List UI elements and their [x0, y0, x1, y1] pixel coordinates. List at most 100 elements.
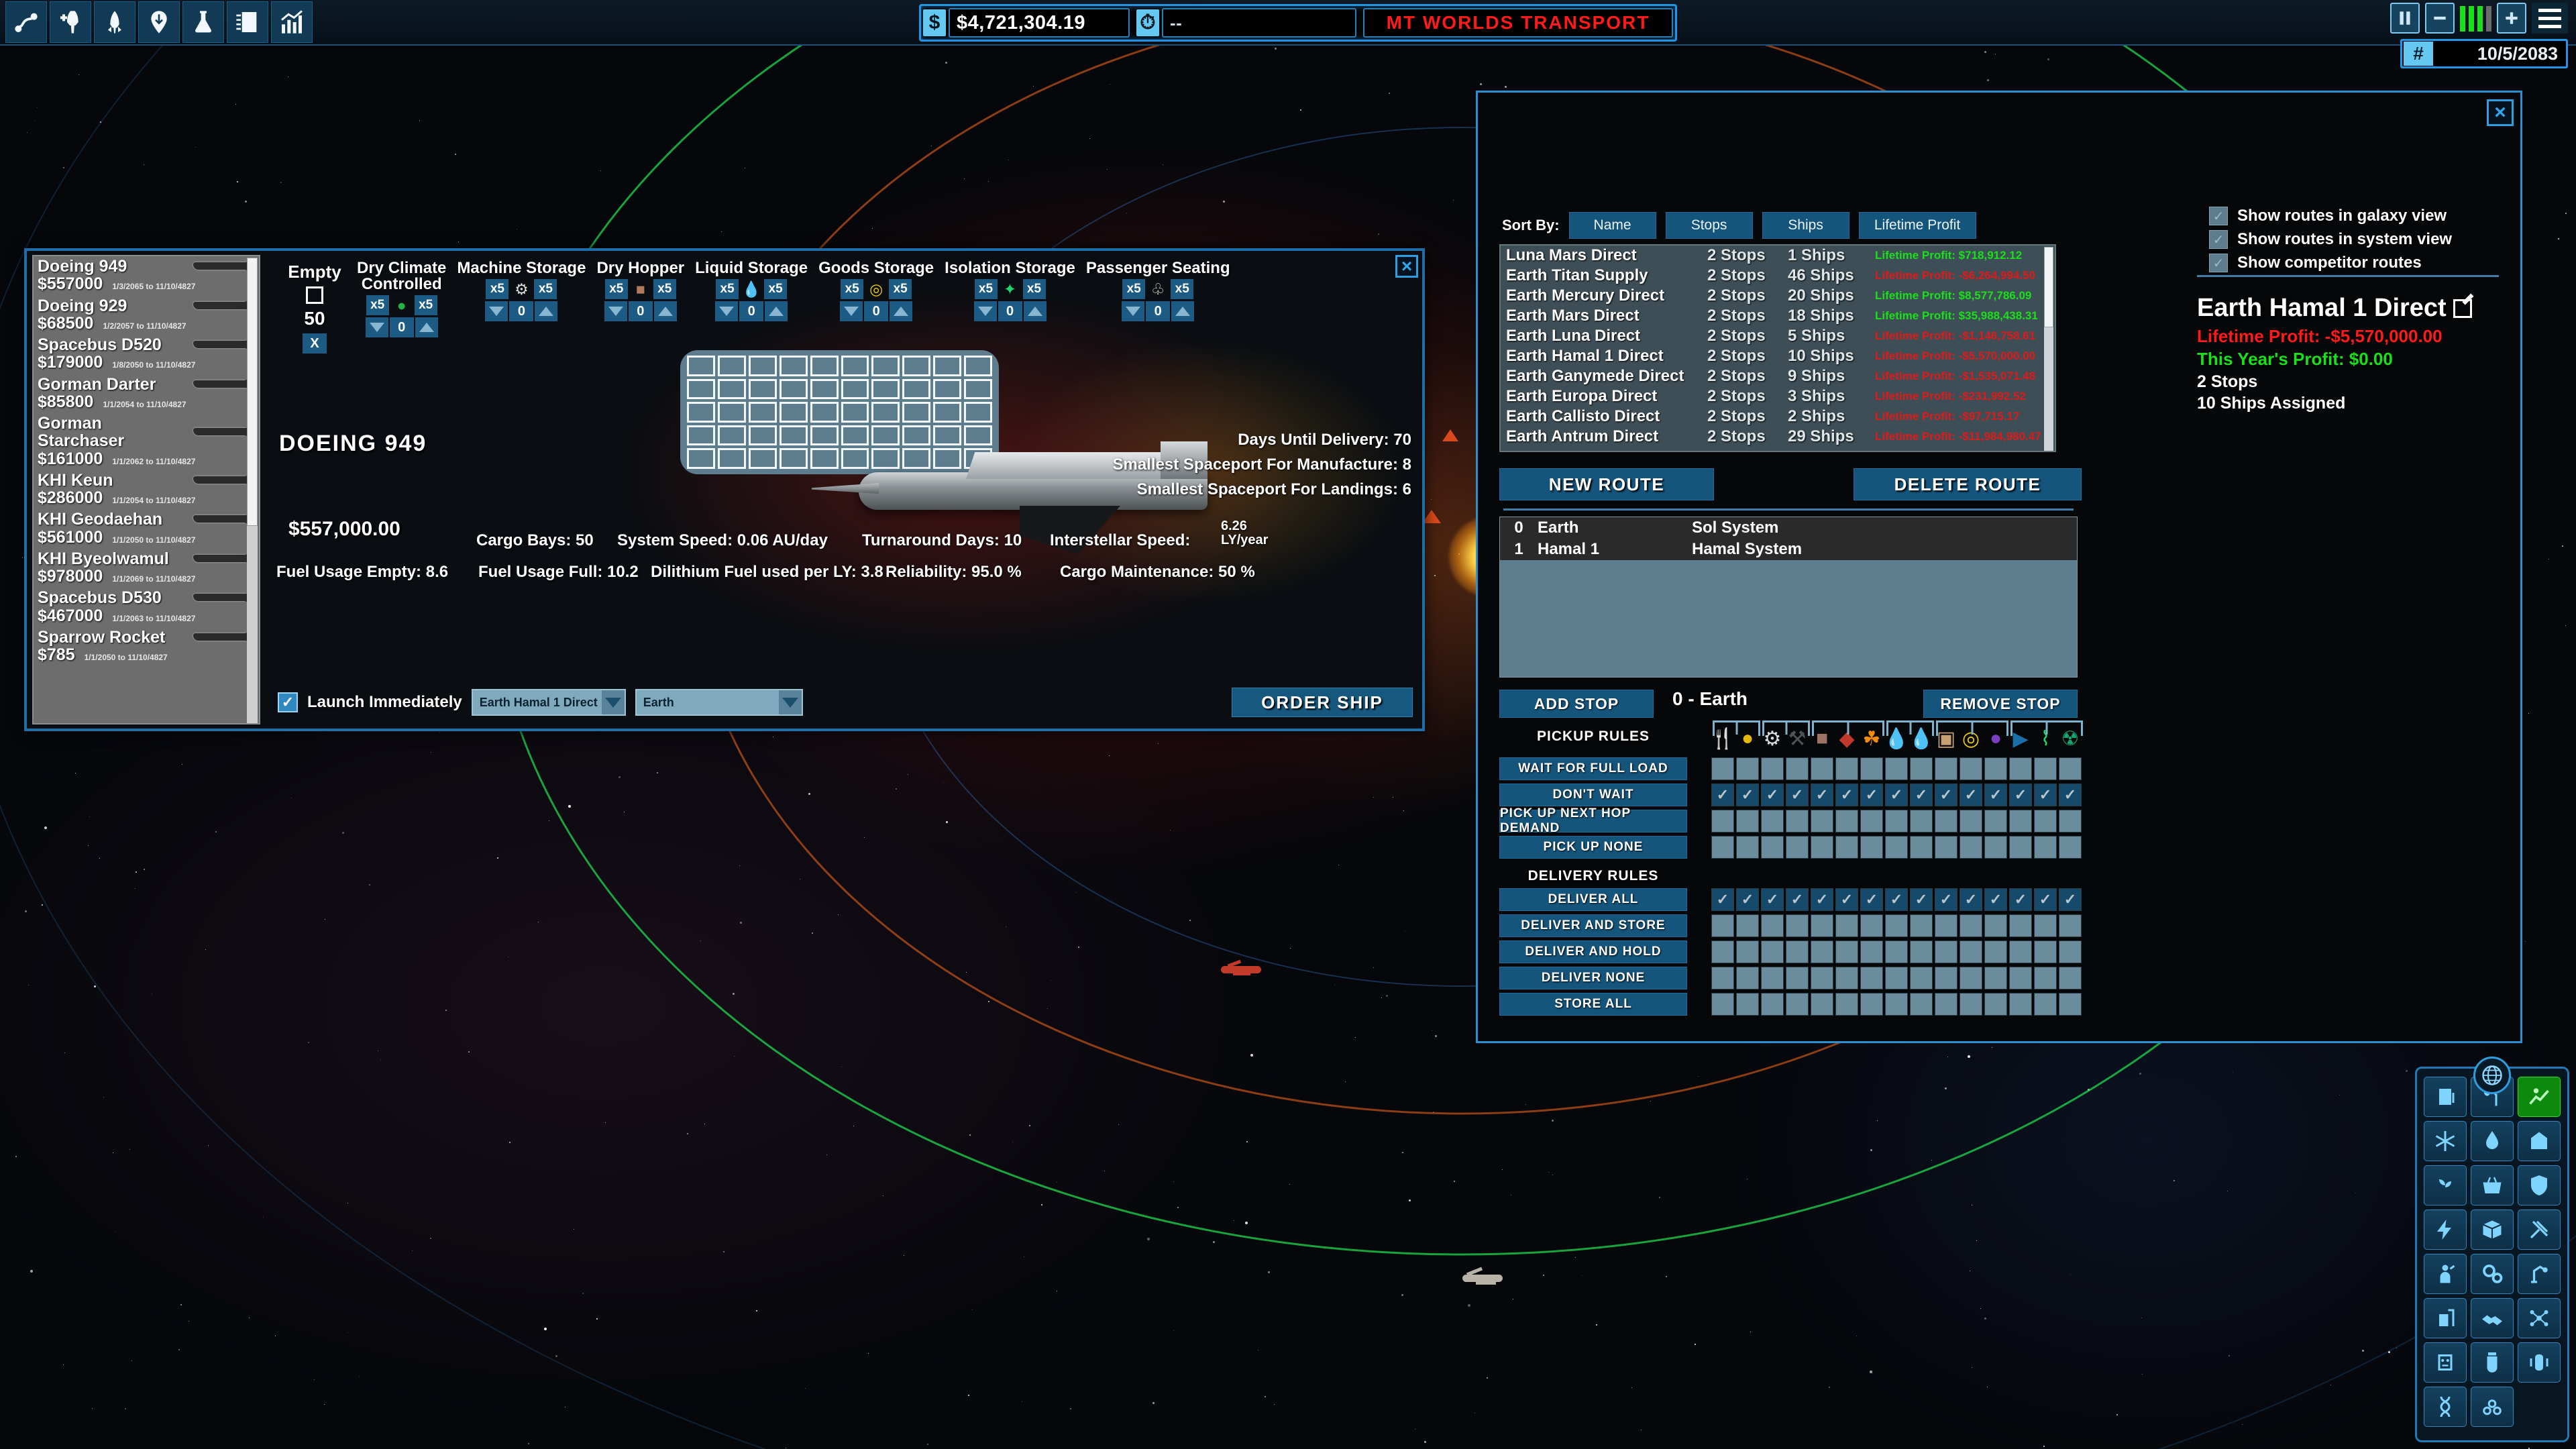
route-icon[interactable] — [5, 1, 47, 43]
rule-cell[interactable] — [2059, 967, 2082, 989]
rule-cell[interactable] — [2059, 941, 2082, 963]
rule-cell[interactable] — [1835, 993, 1858, 1016]
speed-down-button[interactable] — [2425, 3, 2455, 34]
chevron-down-icon[interactable] — [778, 690, 802, 714]
pickup-rule-label[interactable]: PICK UP NEXT HOP DEMAND — [1499, 806, 1687, 835]
rule-cell[interactable] — [1885, 810, 1908, 833]
palette-growth-icon[interactable] — [2518, 1077, 2561, 1117]
rule-cell[interactable]: ✓ — [1761, 784, 1784, 806]
cargo-bay-cell[interactable] — [717, 402, 746, 423]
pause-button[interactable] — [2390, 3, 2420, 34]
cargo-bay-cell[interactable] — [871, 378, 900, 400]
multiplier-up-button[interactable]: x5 — [1171, 279, 1194, 299]
sort-button-name[interactable]: Name — [1568, 212, 1656, 239]
palette-trade-icon[interactable] — [2471, 1298, 2514, 1338]
rule-cell[interactable]: ✓ — [1860, 888, 1883, 911]
rule-cell[interactable] — [2059, 810, 2082, 833]
checkbox[interactable]: ✓ — [2209, 230, 2228, 249]
rule-cell[interactable] — [1885, 836, 1908, 859]
rule-cell[interactable] — [1984, 967, 2007, 989]
palette-energy-icon[interactable] — [2424, 1210, 2467, 1250]
rule-cell[interactable] — [1835, 757, 1858, 780]
flask-icon[interactable] — [182, 1, 224, 43]
rule-cell[interactable] — [1811, 941, 1833, 963]
route-list-scrollbar[interactable] — [2044, 247, 2053, 451]
rule-cell[interactable] — [1835, 941, 1858, 963]
palette-ai-icon[interactable] — [2424, 1342, 2467, 1383]
rule-cell[interactable] — [1786, 914, 1809, 937]
cargo-bay-cell[interactable] — [810, 378, 839, 400]
rule-cell[interactable]: ✓ — [2059, 888, 2082, 911]
table-row[interactable]: Earth Antrum Direct 2 Stops 29 Ships Lif… — [1501, 427, 2055, 447]
list-item[interactable]: 1 Hamal 1 Hamal System — [1500, 539, 2077, 560]
multiplier-down-button[interactable]: x5 — [486, 279, 509, 299]
cargo-bay-cell[interactable] — [748, 378, 777, 400]
rule-cell[interactable] — [1711, 757, 1734, 780]
list-item[interactable]: KHI Geodaehan $561000 1/1/2050 to 11/10/… — [34, 509, 259, 549]
sort-button-stops[interactable]: Stops — [1665, 212, 1753, 239]
list-item[interactable]: KHI Keun $286000 1/1/2054 to 11/10/4827 — [34, 470, 259, 510]
rocket-icon[interactable] — [94, 1, 136, 43]
palette-worker-icon[interactable] — [2424, 1254, 2467, 1294]
cargo-bay-cell[interactable] — [717, 425, 746, 446]
rule-cell[interactable] — [1736, 914, 1759, 937]
rule-cell[interactable]: ✓ — [1885, 888, 1908, 911]
menu-button[interactable] — [2532, 3, 2568, 34]
add-rocket-icon[interactable] — [50, 1, 91, 43]
rule-cell[interactable]: ✓ — [1960, 888, 1982, 911]
increment-button[interactable] — [1171, 301, 1195, 321]
multiplier-down-button[interactable]: x5 — [1122, 279, 1146, 299]
delete-route-button[interactable]: DELETE ROUTE — [1854, 468, 2082, 500]
cargo-bay-cell[interactable] — [810, 402, 839, 423]
cargo-bay-cell[interactable] — [902, 356, 931, 376]
rule-cell[interactable]: ✓ — [1736, 888, 1759, 911]
cargo-bay-cell[interactable] — [717, 378, 746, 400]
palette-population-icon[interactable] — [2424, 1077, 2467, 1117]
rule-cell[interactable]: ✓ — [1786, 888, 1809, 911]
palette-construction-icon[interactable] — [2424, 1298, 2467, 1338]
rule-cell[interactable] — [1935, 967, 1957, 989]
list-item[interactable]: Spacebus D520 $179000 1/8/2050 to 11/10/… — [34, 335, 259, 374]
rule-cell[interactable]: ✓ — [1885, 784, 1908, 806]
rule-cell[interactable] — [1860, 810, 1883, 833]
rule-cell[interactable] — [1736, 941, 1759, 963]
rule-cell[interactable] — [1885, 993, 1908, 1016]
rule-cell[interactable] — [2009, 914, 2032, 937]
rule-cell[interactable] — [2034, 967, 2057, 989]
rule-cell[interactable] — [2034, 836, 2057, 859]
rule-cell[interactable] — [1786, 836, 1809, 859]
edit-icon[interactable] — [2453, 299, 2472, 318]
list-item[interactable]: KHI Byeolwamul $978000 1/1/2069 to 11/10… — [34, 549, 259, 588]
multiplier-down-button[interactable]: x5 — [604, 279, 628, 299]
rule-cell[interactable] — [1811, 757, 1833, 780]
rule-cell[interactable] — [1885, 914, 1908, 937]
rule-cell[interactable] — [2059, 836, 2082, 859]
palette-gears-icon[interactable] — [2471, 1254, 2514, 1294]
rule-cell[interactable] — [2009, 967, 2032, 989]
rule-cell[interactable] — [1786, 967, 1809, 989]
rule-cell[interactable] — [1761, 914, 1784, 937]
cargo-bay-cell[interactable] — [748, 356, 777, 376]
rule-cell[interactable]: ✓ — [1811, 784, 1833, 806]
order-ship-button[interactable]: ORDER SHIP — [1232, 688, 1413, 717]
rule-cell[interactable]: ✓ — [1711, 888, 1734, 911]
rule-cell[interactable] — [1860, 941, 1883, 963]
palette-dna-icon[interactable] — [2424, 1387, 2467, 1427]
rule-cell[interactable]: ✓ — [1984, 888, 2007, 911]
add-stop-button[interactable]: ADD STOP — [1499, 690, 1654, 718]
list-item[interactable]: 0 Earth Sol System — [1500, 517, 2077, 539]
new-route-button[interactable]: NEW ROUTE — [1499, 468, 1714, 500]
rule-cell[interactable] — [1910, 757, 1933, 780]
rule-cell[interactable] — [1984, 836, 2007, 859]
rule-cell[interactable]: ✓ — [1736, 784, 1759, 806]
rule-cell[interactable] — [1736, 810, 1759, 833]
route-list[interactable]: Luna Mars Direct 2 Stops 1 Ships Lifetim… — [1499, 244, 2056, 452]
multiplier-up-button[interactable]: x5 — [414, 295, 437, 315]
table-row[interactable]: Earth Luna Direct 2 Stops 5 Ships Lifeti… — [1501, 326, 2055, 346]
rule-cell[interactable] — [1736, 836, 1759, 859]
cargo-bay-cell[interactable] — [810, 356, 839, 376]
rule-cell[interactable] — [1711, 810, 1734, 833]
rule-cell[interactable] — [1984, 993, 2007, 1016]
rule-cell[interactable] — [1960, 757, 1982, 780]
rule-cell[interactable] — [1935, 810, 1957, 833]
